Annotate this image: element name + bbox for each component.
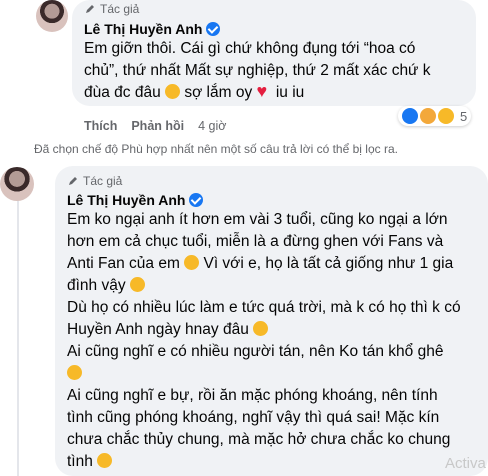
care-reaction-icon (420, 108, 436, 124)
reaction-summary[interactable]: 5 (398, 106, 472, 126)
author-name[interactable]: Lê Thị Huyền Anh (67, 192, 204, 208)
comment-bubble: Tác giả Lê Thị Huyền Anh Em ko ngại anh … (55, 166, 488, 476)
comment-text: Em giỡn thôi. Cái gì chứ không đụng tới … (84, 38, 474, 104)
verified-icon (189, 193, 204, 207)
avatar[interactable] (36, 0, 68, 32)
love-face-emoji-icon (97, 453, 113, 468)
timestamp[interactable]: 4 giờ (198, 119, 226, 133)
heart-emoji-icon (257, 80, 272, 102)
verified-icon (206, 22, 221, 36)
laughing-emoji-icon (165, 84, 181, 99)
haha-reaction-icon (438, 108, 454, 124)
reply-button[interactable]: Phản hồi (131, 119, 184, 133)
comment-text: Em ko ngại anh ít hơn em vài 3 tuổi, cũn… (67, 211, 461, 470)
author-tag: Tác giả (67, 174, 122, 188)
avatar[interactable] (0, 167, 34, 201)
author-name[interactable]: Lê Thị Huyền Anh (84, 21, 221, 37)
thread-line (17, 190, 19, 476)
reaction-count: 5 (460, 108, 468, 124)
comment-actions: Thích Phản hồi 4 giờ (84, 119, 226, 133)
pen-icon (69, 177, 77, 185)
like-reaction-icon (402, 108, 418, 124)
laughing-emoji-icon (184, 255, 200, 270)
author-tag: Tác giả (84, 2, 139, 16)
pen-icon (86, 5, 94, 13)
laughing-emoji-icon (129, 277, 145, 292)
like-button[interactable]: Thích (84, 119, 117, 133)
activation-watermark: Activa (445, 455, 486, 472)
comment-bubble: Tác giả Lê Thị Huyền Anh Em giỡn thôi. C… (72, 0, 476, 106)
laughing-emoji-icon (253, 321, 269, 336)
filter-note: Đã chọn chế độ Phù hợp nhất nên một số c… (34, 142, 398, 156)
laughing-emoji-icon (67, 365, 82, 380)
